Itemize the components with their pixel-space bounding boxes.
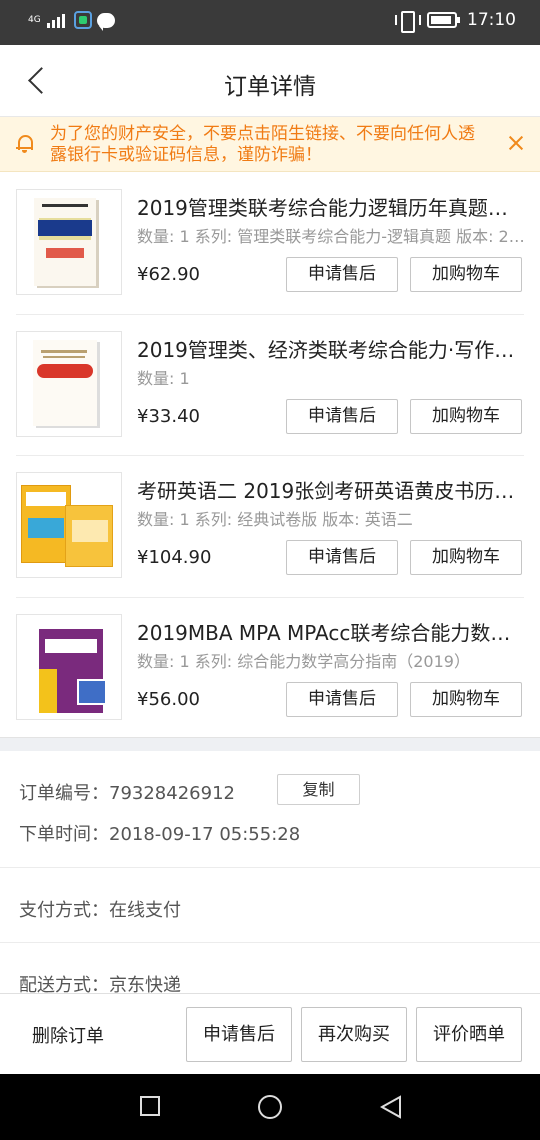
message-icon — [97, 12, 115, 31]
product-item[interactable]: 2019MBA MPA MPAcc联考综合能力数学高分指南 数量: 1 系列: … — [0, 596, 540, 739]
close-icon[interactable] — [506, 133, 526, 153]
delete-order-button[interactable]: 删除订单 — [32, 1022, 104, 1048]
after-sale-order-button[interactable]: 申请售后 — [186, 1007, 292, 1062]
payment-row: 支付方式：在线支付 — [19, 896, 181, 922]
vibrate-icon — [395, 10, 421, 33]
product-item[interactable]: 考研英语二 2019张剑考研英语黄皮书历年真题 数量: 1 系列: 经典试卷版 … — [0, 455, 540, 597]
product-title[interactable]: 2019管理类、经济类联考综合能力·写作攻略 — [137, 334, 527, 363]
section-divider — [0, 737, 540, 751]
product-image[interactable] — [16, 189, 122, 295]
product-title[interactable]: 2019MBA MPA MPAcc联考综合能力数学高分指南 — [137, 617, 527, 646]
home-icon[interactable] — [258, 1095, 282, 1119]
order-detail-screen: 4G 17:10 订单详情 为了您的财产安全，不要点击陌生链接、不要向任何人透露… — [0, 0, 540, 1140]
product-list: 2019管理类联考综合能力逻辑历年真题全解 数量: 1 系列: 管理类联考综合能… — [0, 172, 540, 738]
order-number-label: 订单编号： — [19, 783, 109, 804]
after-sale-button[interactable]: 申请售后 — [286, 257, 398, 292]
product-title[interactable]: 2019管理类联考综合能力逻辑历年真题全解 — [137, 192, 527, 221]
add-to-cart-button[interactable]: 加购物车 — [410, 681, 522, 717]
add-to-cart-button[interactable]: 加购物车 — [410, 540, 522, 575]
book-cover — [39, 628, 107, 713]
bell-icon — [16, 134, 34, 154]
book-cover — [21, 485, 71, 563]
clock: 17:10 — [467, 10, 516, 30]
status-bar: 4G 17:10 — [0, 0, 540, 45]
order-time-row: 下单时间：2018-09-17 05:55:28 — [19, 820, 300, 846]
product-price: ¥104.90 — [137, 547, 212, 568]
notice-text: 为了您的财产安全，不要点击陌生链接、不要向任何人透露银行卡或验证码信息，谨防诈骗… — [50, 124, 475, 165]
battery-icon — [427, 12, 460, 28]
payment-method: 在线支付 — [109, 900, 181, 921]
header: 订单详情 — [0, 45, 540, 117]
signal-icon — [47, 12, 65, 28]
security-notice: 为了您的财产安全，不要点击陌生链接、不要向任何人透露银行卡或验证码信息，谨防诈骗… — [0, 117, 540, 172]
product-spec: 数量: 1 系列: 经典试卷版 版本: 英语二 — [137, 510, 413, 529]
after-sale-button[interactable]: 申请售后 — [286, 398, 398, 434]
after-sale-button[interactable]: 申请售后 — [286, 681, 398, 717]
app-notification-icon — [74, 11, 92, 29]
book-cover — [65, 505, 113, 567]
recent-apps-icon[interactable] — [140, 1096, 160, 1116]
add-to-cart-button[interactable]: 加购物车 — [410, 398, 522, 434]
product-spec: 数量: 1 系列: 综合能力数学高分指南（2019） — [137, 651, 470, 671]
status-left: 4G — [28, 11, 115, 31]
payment-label: 支付方式： — [19, 900, 109, 921]
product-item[interactable]: 2019管理类、经济类联考综合能力·写作攻略 数量: 1 ¥33.40 申请售后… — [0, 313, 540, 456]
order-number: 79328426912 — [109, 783, 235, 804]
book-cover — [34, 198, 96, 286]
product-item[interactable]: 2019管理类联考综合能力逻辑历年真题全解 数量: 1 系列: 管理类联考综合能… — [0, 172, 540, 314]
book-cover — [33, 339, 97, 426]
divider — [0, 942, 540, 943]
back-triangle-icon[interactable] — [380, 1095, 402, 1119]
status-right: 17:10 — [395, 10, 516, 33]
after-sale-button[interactable]: 申请售后 — [286, 540, 398, 575]
product-spec: 数量: 1 — [137, 368, 190, 388]
review-button[interactable]: 评价晒单 — [416, 1007, 522, 1062]
divider — [0, 867, 540, 868]
order-time-label: 下单时间： — [19, 824, 109, 845]
page-title: 订单详情 — [224, 74, 316, 100]
add-to-cart-button[interactable]: 加购物车 — [410, 257, 522, 292]
buy-again-button[interactable]: 再次购买 — [301, 1007, 407, 1062]
system-nav-bar — [0, 1074, 540, 1140]
network-type: 4G — [28, 14, 41, 25]
order-time: 2018-09-17 05:55:28 — [109, 824, 301, 845]
product-price: ¥33.40 — [137, 405, 200, 427]
product-spec: 数量: 1 系列: 管理类联考综合能力-逻辑真题 版本: 2019 — [137, 227, 527, 246]
copy-button[interactable]: 复制 — [277, 774, 360, 805]
order-action-bar: 删除订单 申请售后 再次购买 评价晒单 — [0, 993, 540, 1074]
product-image[interactable] — [16, 330, 122, 437]
product-price: ¥62.90 — [137, 264, 200, 285]
order-number-row: 订单编号：79328426912 — [19, 779, 235, 805]
product-image[interactable] — [16, 613, 122, 720]
product-price: ¥56.00 — [137, 688, 200, 710]
product-image[interactable] — [16, 472, 122, 578]
product-title[interactable]: 考研英语二 2019张剑考研英语黄皮书历年真题 — [137, 475, 527, 504]
